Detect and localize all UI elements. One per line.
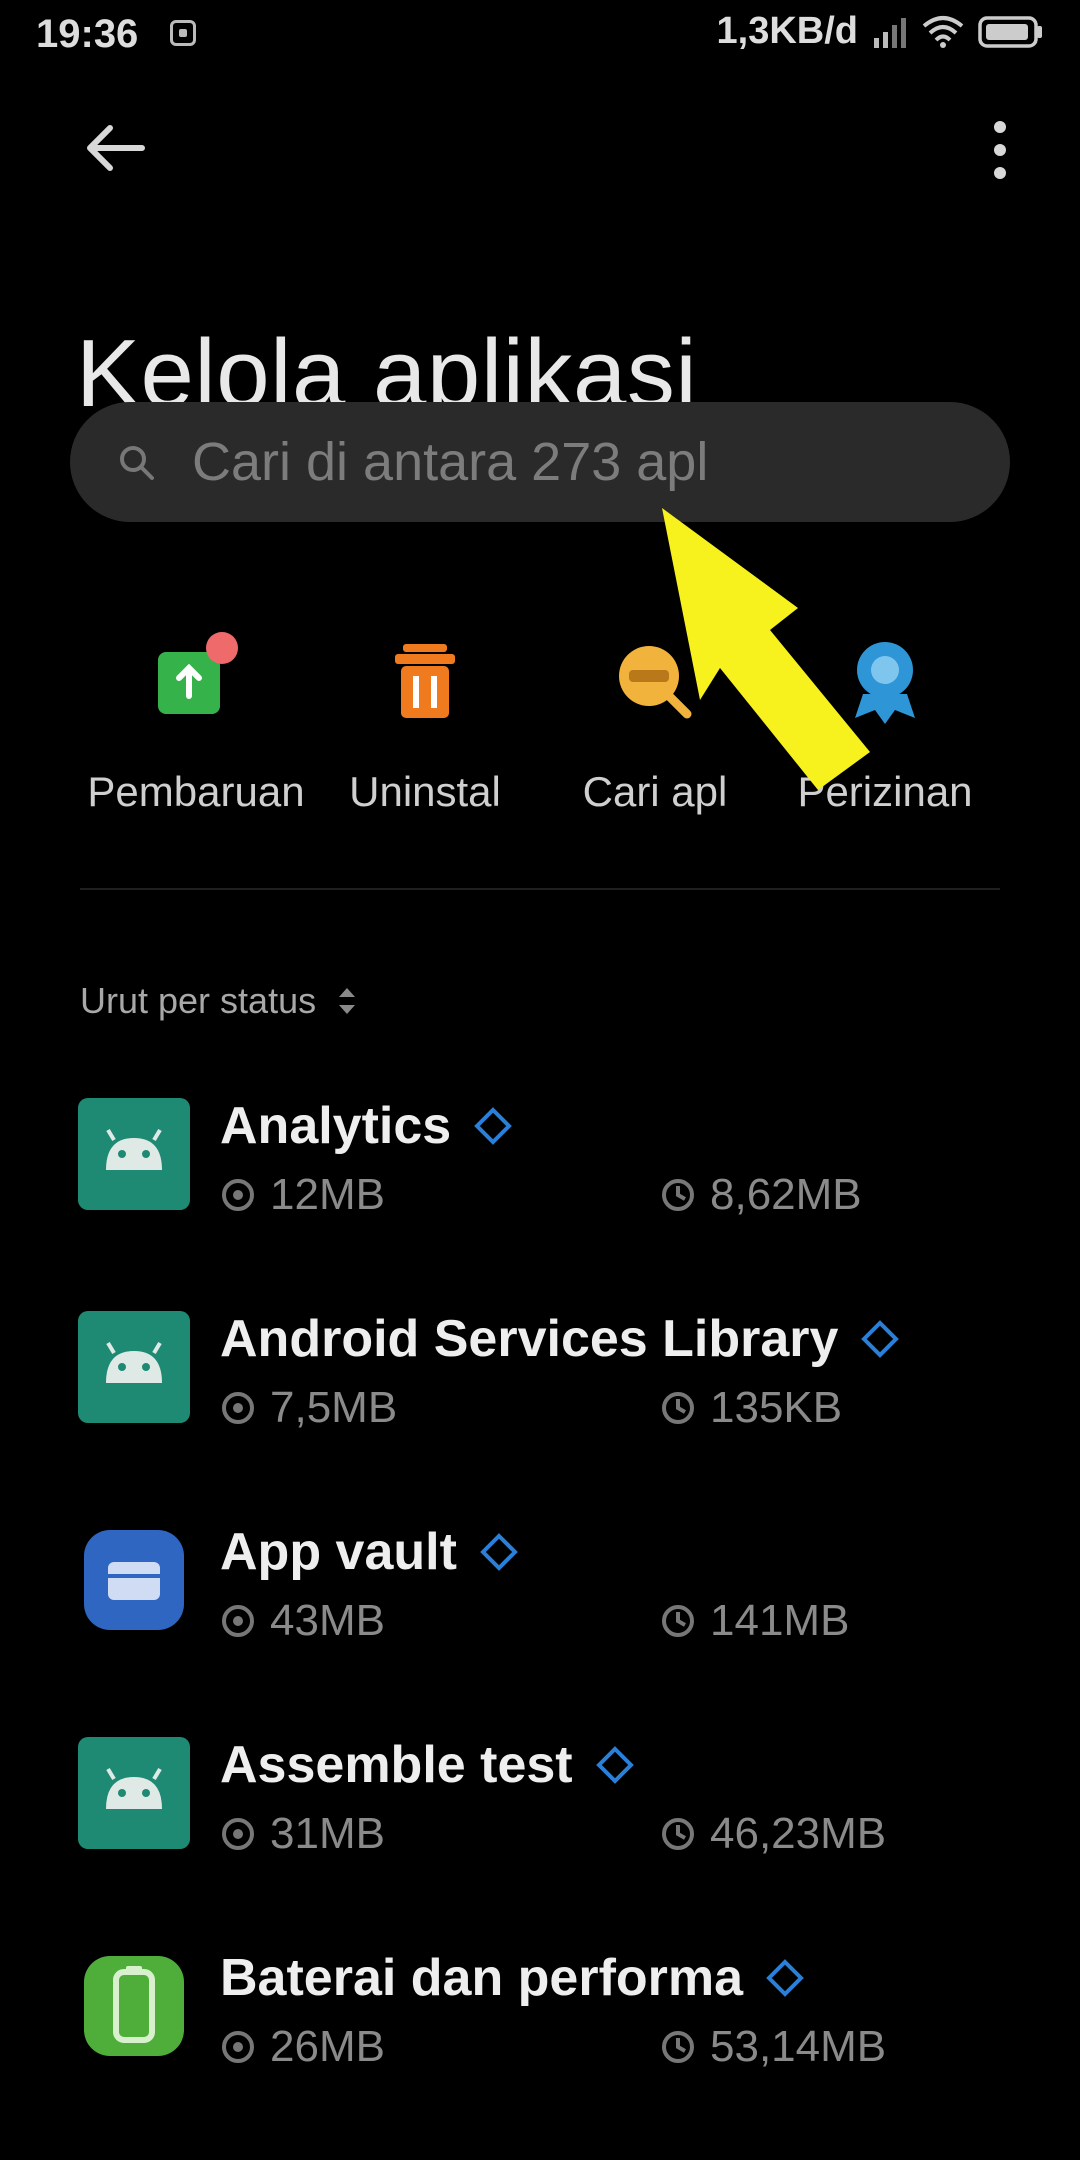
list-item[interactable]: Android Services Library 7,5MB 135KB <box>0 1303 1080 1503</box>
clock-icon <box>662 1392 694 1424</box>
android-icon <box>78 1737 190 1849</box>
status-right: 1,3KB/d <box>717 10 1044 53</box>
update-icon <box>158 632 238 714</box>
sort-toggle-icon <box>339 988 356 1014</box>
app-cache: 53,14MB <box>710 2022 887 2071</box>
system-app-badge-icon <box>861 1320 900 1358</box>
storage-icon <box>222 1605 254 1637</box>
app-name: Baterai dan performa <box>220 1949 744 2007</box>
app-size: 12MB <box>270 1170 385 1219</box>
permission-icon <box>855 642 915 724</box>
app-name: Assemble test <box>220 1736 573 1794</box>
storage-icon <box>222 2031 254 2063</box>
search-input[interactable] <box>190 430 954 494</box>
back-arrow-icon[interactable] <box>80 118 150 178</box>
app-cache: 46,23MB <box>710 1809 887 1858</box>
system-app-badge-icon <box>474 1107 513 1145</box>
network-speed: 1,3KB/d <box>716 10 858 52</box>
system-app-badge-icon <box>766 1959 804 1997</box>
storage-icon <box>222 1392 254 1424</box>
battery-icon <box>84 1956 184 2056</box>
clock-icon <box>662 2031 694 2063</box>
sort-by-status[interactable]: Urut per status <box>80 980 358 1022</box>
trash-icon <box>395 644 455 718</box>
storage-icon <box>222 1179 254 1211</box>
status-time: 19:36 <box>36 12 139 56</box>
system-app-badge-icon <box>595 1746 634 1784</box>
action-label: Uninstal <box>349 768 501 815</box>
action-label: Cari apl <box>582 768 728 815</box>
action-find-apk[interactable]: Cari apl <box>535 630 775 816</box>
app-size: 43MB <box>270 1596 385 1645</box>
more-options-icon[interactable] <box>970 115 1030 185</box>
battery-status-icon <box>978 15 1042 48</box>
app-name: Analytics <box>220 1097 452 1155</box>
clock-icon <box>662 1818 694 1850</box>
quick-actions: Pembaruan Uninstal Cari apl Perizinan <box>0 630 1080 815</box>
action-update[interactable]: Pembaruan <box>76 630 316 816</box>
android-icon <box>78 1098 190 1210</box>
notification-icon <box>170 20 196 46</box>
app-cache: 135KB <box>710 1383 843 1432</box>
app-name: App vault <box>220 1523 457 1581</box>
action-label: Perizinan <box>797 768 973 815</box>
list-item[interactable]: Assemble test 31MB 46,23MB <box>0 1729 1080 1929</box>
action-label: Pembaruan <box>87 768 305 815</box>
app-name: Android Services Library <box>220 1310 839 1368</box>
android-icon <box>78 1311 190 1423</box>
status-bar: 19:36 1,3KB/d <box>0 0 1080 70</box>
app-size: 31MB <box>270 1809 385 1858</box>
app-vault-icon <box>84 1530 184 1630</box>
action-permissions[interactable]: Perizinan <box>765 630 1005 816</box>
clock-icon <box>662 1605 694 1637</box>
app-cache: 8,62MB <box>710 1170 862 1219</box>
app-cache: 141MB <box>710 1596 850 1645</box>
action-uninstall[interactable]: Uninstal <box>305 630 545 816</box>
list-item[interactable]: Baterai dan performa 26MB 53,14MB <box>0 1942 1080 2142</box>
list-item[interactable]: Analytics 12MB 8,62MB <box>0 1090 1080 1290</box>
storage-icon <box>222 1818 254 1850</box>
clock-icon <box>662 1179 694 1211</box>
system-app-badge-icon <box>480 1533 518 1571</box>
app-size: 7,5MB <box>270 1383 398 1432</box>
signal-icon <box>874 17 906 48</box>
search-apk-icon <box>619 646 692 719</box>
divider <box>80 888 1000 890</box>
app-size: 26MB <box>270 2022 385 2071</box>
sort-label: Urut per status <box>80 980 317 1021</box>
wifi-icon <box>922 15 964 48</box>
search-icon <box>120 446 154 480</box>
list-item[interactable]: App vault 43MB 141MB <box>0 1516 1080 1716</box>
search-bar[interactable] <box>70 402 1010 522</box>
